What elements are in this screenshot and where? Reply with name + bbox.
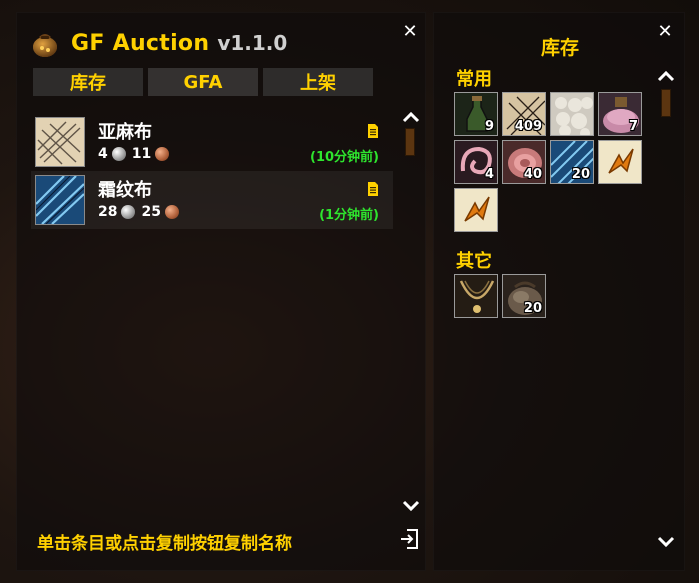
- item-count: 40: [523, 167, 542, 182]
- list-item[interactable]: 亚麻布 4 11 (10分钟前): [31, 113, 393, 171]
- item-price: 4 11: [98, 146, 175, 162]
- scrollbar-thumb[interactable]: [661, 89, 671, 117]
- item-count: 4: [484, 167, 494, 182]
- rune-scroll-icon[interactable]: [598, 140, 642, 184]
- app-title: GF Auction: [71, 30, 210, 56]
- rune-scroll-icon[interactable]: [454, 188, 498, 232]
- silver-amount: 4: [98, 146, 108, 162]
- linen-cloth-icon: [35, 117, 85, 167]
- tab-gfa[interactable]: GFA: [148, 68, 258, 96]
- inventory-grid-other: 20: [454, 274, 642, 318]
- silver-coin-icon: [121, 205, 136, 219]
- listing-list: 亚麻布 4 11 (10分钟前) 霜纹布 28 25 (1分钟前): [31, 113, 393, 229]
- export-icon[interactable]: [399, 528, 419, 550]
- hint-text: 单击条目或点击复制按钮复制名称: [37, 534, 292, 554]
- item-count: 20: [571, 167, 590, 182]
- item-name: 霜纹布: [98, 180, 152, 201]
- pink-thread-icon[interactable]: 4: [454, 140, 498, 184]
- item-count: 9: [484, 119, 494, 134]
- copper-coin-icon: [164, 205, 179, 219]
- potion-bottle-icon[interactable]: 9: [454, 92, 498, 136]
- item-count: 7: [628, 119, 638, 134]
- section-label-common: 常用: [456, 69, 492, 90]
- scroll-down-icon[interactable]: [400, 497, 422, 515]
- silver-coin-icon: [111, 147, 126, 161]
- wool-cloth-icon[interactable]: [550, 92, 594, 136]
- money-bag-icon: [29, 28, 61, 58]
- updated-time: (10分钟前): [310, 150, 379, 165]
- auction-panel: GF Auction v1.1.0 ✕ 库存 GFA 上架 亚麻布 4 11 (…: [16, 12, 426, 571]
- list-item[interactable]: 霜纹布 28 25 (1分钟前): [31, 171, 393, 229]
- pink-bolt-icon[interactable]: 7: [598, 92, 642, 136]
- tab-list[interactable]: 上架: [263, 68, 373, 96]
- close-icon[interactable]: ✕: [656, 23, 674, 41]
- necklace-icon[interactable]: [454, 274, 498, 318]
- item-price: 28 25: [98, 204, 185, 220]
- copy-document-icon[interactable]: [367, 181, 379, 196]
- inventory-grid-common: 9 409 7 4 40 20: [454, 92, 642, 232]
- item-count: 409: [514, 119, 542, 134]
- copper-amount: 25: [141, 204, 161, 220]
- tab-inventory[interactable]: 库存: [33, 68, 143, 96]
- inventory-panel: 库存 ✕ 常用 9 409 7 4 40 20 其它 20: [433, 12, 685, 571]
- stone-sack-icon[interactable]: 20: [502, 274, 546, 318]
- section-label-other: 其它: [456, 251, 492, 272]
- copper-amount: 11: [131, 146, 152, 162]
- title-bar: GF Auction v1.1.0: [29, 28, 287, 58]
- copper-coin-icon: [155, 147, 170, 161]
- item-count: 20: [523, 301, 542, 316]
- scroll-up-icon[interactable]: [655, 67, 677, 85]
- linen-cloth-icon[interactable]: 409: [502, 92, 546, 136]
- scrollbar-thumb[interactable]: [405, 128, 415, 156]
- frostweave-cloth-icon: [35, 175, 85, 225]
- silver-amount: 28: [98, 204, 118, 220]
- copy-document-icon[interactable]: [367, 123, 379, 138]
- silk-roll-icon[interactable]: 40: [502, 140, 546, 184]
- frostweave-cloth-icon[interactable]: 20: [550, 140, 594, 184]
- scroll-up-icon[interactable]: [400, 108, 422, 126]
- tab-bar: 库存 GFA 上架: [33, 68, 373, 96]
- updated-time: (1分钟前): [319, 208, 379, 223]
- close-icon[interactable]: ✕: [401, 23, 419, 41]
- scroll-down-icon[interactable]: [655, 533, 677, 551]
- app-version: v1.1.0: [217, 31, 288, 55]
- inventory-title: 库存: [540, 37, 579, 59]
- item-name: 亚麻布: [98, 122, 152, 143]
